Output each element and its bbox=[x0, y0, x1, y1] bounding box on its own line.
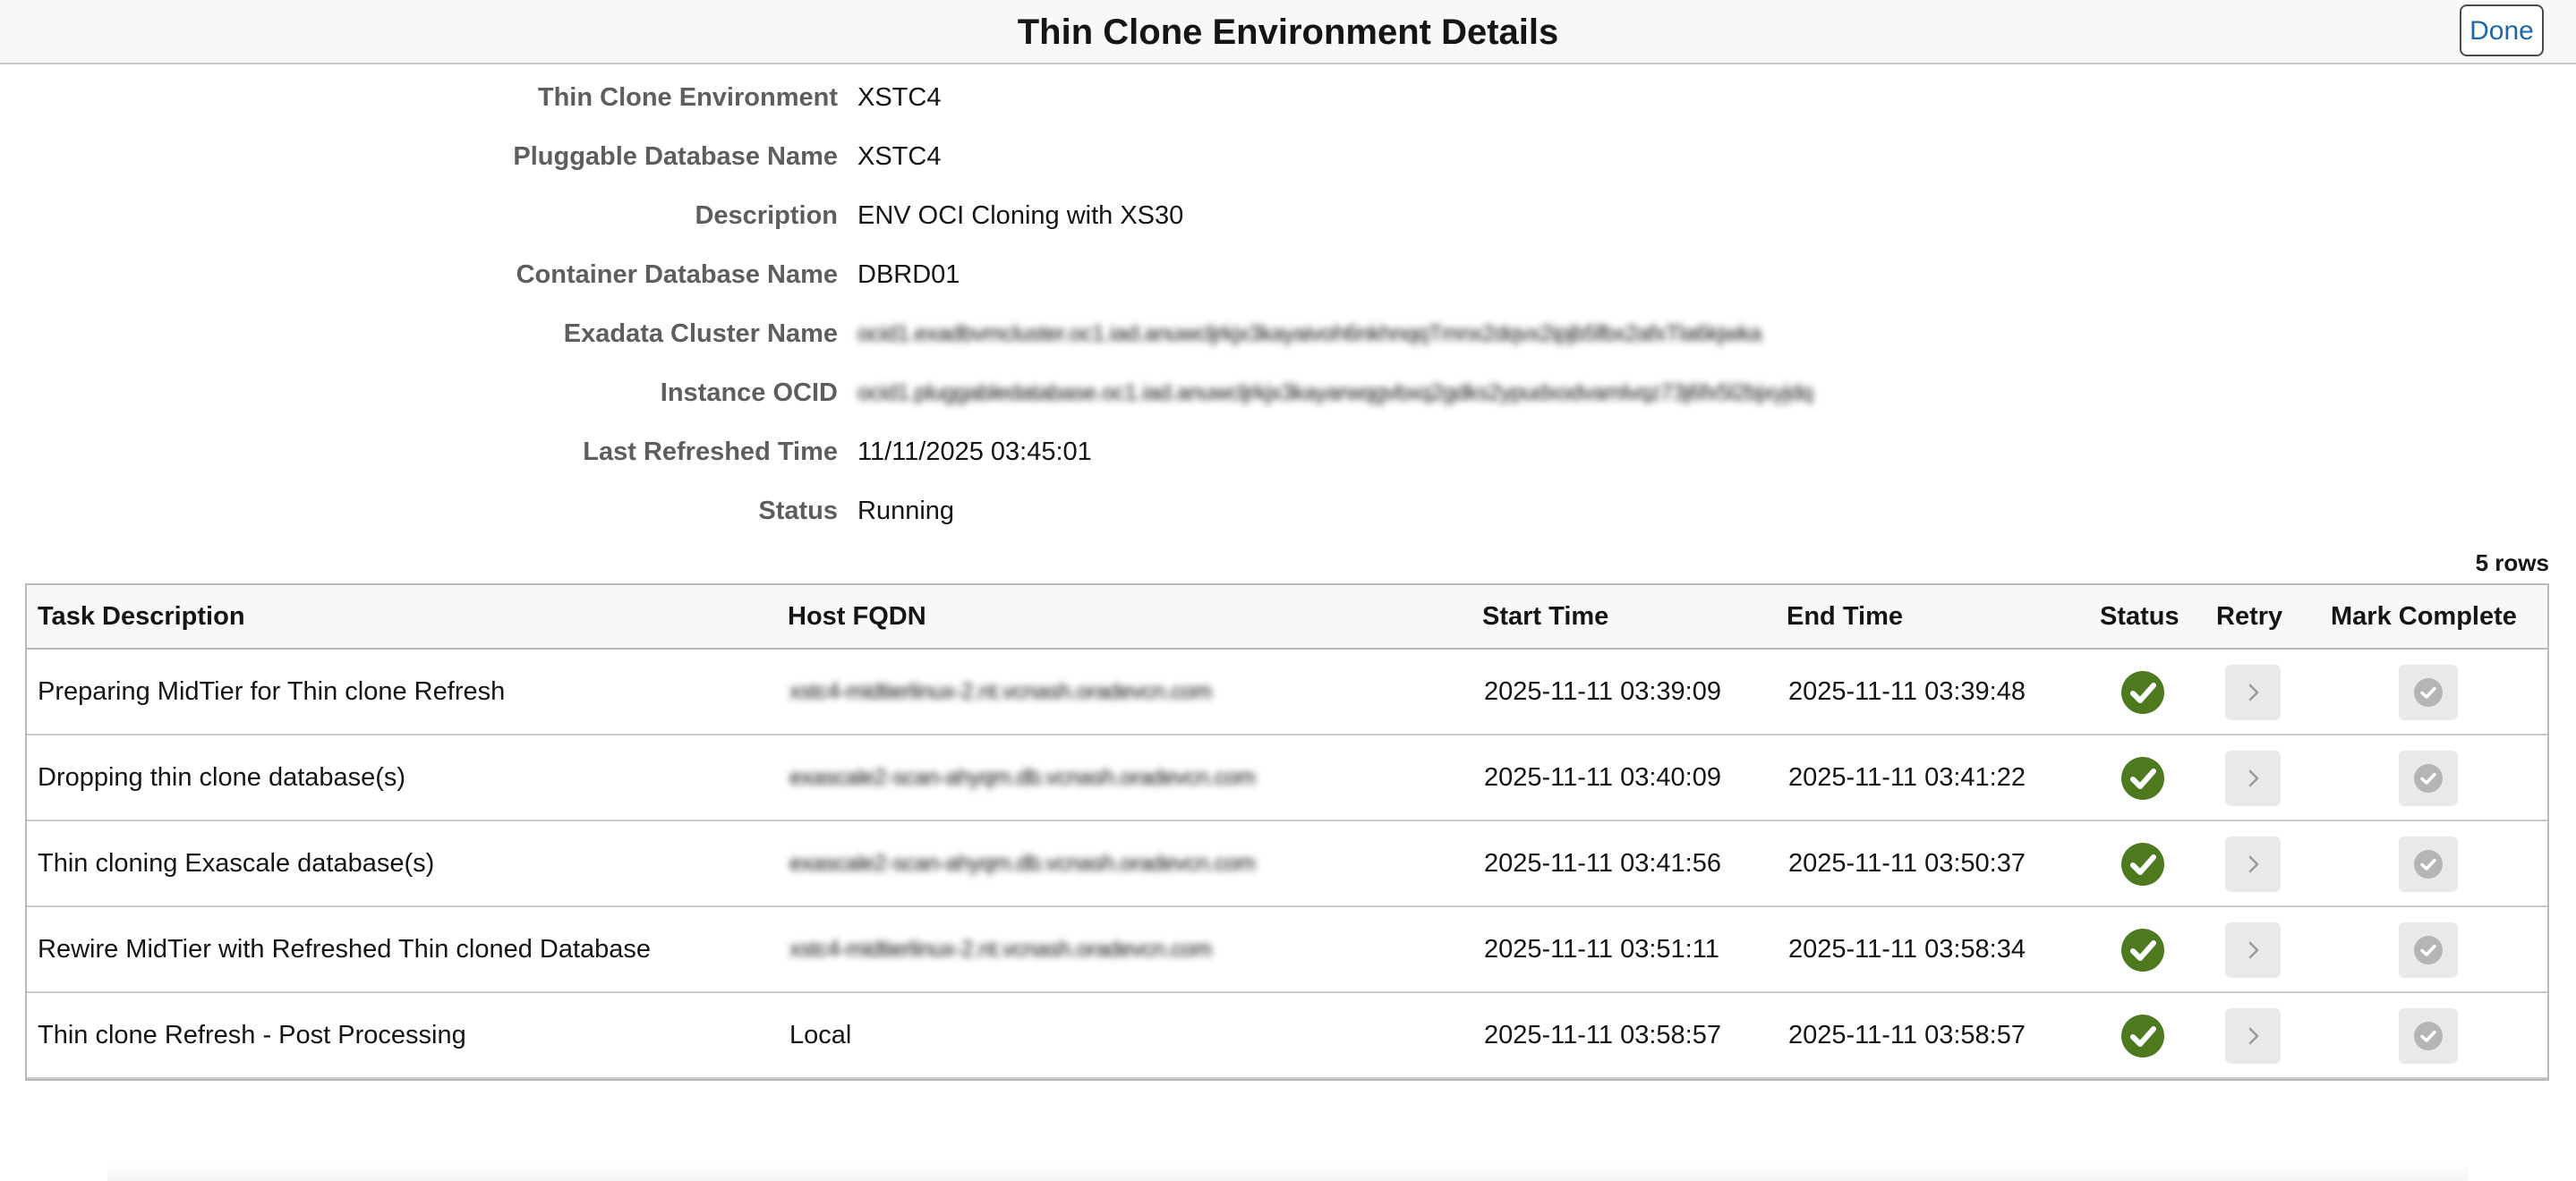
host-fqdn: Local bbox=[789, 1021, 852, 1049]
host-fqdn-redacted: exascale2-scan-ahyqm.db.vcnash.oradevcn.… bbox=[789, 765, 1256, 790]
footer-shadow bbox=[107, 1163, 2469, 1181]
end-time: 2025-11-11 03:58:34 bbox=[1788, 935, 2026, 964]
mark-complete-button[interactable] bbox=[2399, 1008, 2458, 1064]
field-label: Instance OCID bbox=[660, 378, 838, 407]
table-row: Thin cloning Exascale database(s) exasca… bbox=[27, 821, 2547, 907]
retry-button[interactable] bbox=[2225, 665, 2281, 720]
field-value: Running bbox=[857, 497, 955, 525]
end-time: 2025-11-11 03:41:22 bbox=[1788, 763, 2026, 792]
field-label: Status bbox=[758, 497, 838, 525]
chevron-right-icon bbox=[2248, 941, 2259, 959]
check-circle-icon bbox=[2121, 671, 2164, 714]
field-container-database-name: Container Database Name DBRD01 bbox=[0, 252, 2576, 297]
field-label: Exadata Cluster Name bbox=[563, 319, 838, 348]
field-exadata-cluster-name: Exadata Cluster Name ocid1.exadbvmcluste… bbox=[0, 311, 2576, 356]
tasks-grid: Task Description Host FQDN Start Time En… bbox=[25, 583, 2549, 1081]
check-circle-icon bbox=[2414, 678, 2443, 707]
retry-button[interactable] bbox=[2225, 751, 2281, 806]
field-value-redacted: ocid1.pluggabledatabase.oc1.iad.anuwcljr… bbox=[857, 380, 1813, 405]
host-fqdn-redacted: xstc4-midtierlinux-2.nt.vcnash.oradevcn.… bbox=[789, 937, 1212, 962]
field-last-refreshed-time: Last Refreshed Time 11/11/2025 03:45:01 bbox=[0, 429, 2576, 474]
check-circle-icon bbox=[2414, 1022, 2443, 1050]
field-value: ENV OCI Cloning with XS30 bbox=[857, 201, 1184, 230]
check-circle-icon bbox=[2121, 1015, 2164, 1058]
end-time: 2025-11-11 03:58:57 bbox=[1788, 1021, 2026, 1049]
check-circle-icon bbox=[2414, 850, 2443, 879]
start-time: 2025-11-11 03:41:56 bbox=[1484, 849, 1721, 878]
check-circle-icon bbox=[2121, 929, 2164, 972]
check-circle-icon bbox=[2414, 936, 2443, 964]
field-value: XSTC4 bbox=[857, 83, 942, 112]
field-pluggable-database-name: Pluggable Database Name XSTC4 bbox=[0, 134, 2576, 179]
row-count: 5 rows bbox=[2475, 549, 2549, 576]
field-label: Pluggable Database Name bbox=[513, 142, 838, 171]
column-header-mark-complete[interactable]: Mark Complete bbox=[2331, 585, 2517, 648]
field-value-redacted: ocid1.exadbvmcluster.oc1.iad.anuwcljrkjx… bbox=[857, 321, 1761, 346]
mark-complete-button[interactable] bbox=[2399, 665, 2458, 720]
retry-button[interactable] bbox=[2225, 922, 2281, 978]
column-header-end-time[interactable]: End Time bbox=[1787, 585, 1903, 648]
field-label: Thin Clone Environment bbox=[537, 83, 838, 112]
start-time: 2025-11-11 03:39:09 bbox=[1484, 677, 1721, 706]
retry-button[interactable] bbox=[2225, 837, 2281, 892]
start-time: 2025-11-11 03:58:57 bbox=[1484, 1021, 1721, 1049]
check-circle-icon bbox=[2121, 757, 2164, 800]
table-row: Dropping thin clone database(s) exascale… bbox=[27, 735, 2547, 821]
mark-complete-button[interactable] bbox=[2399, 837, 2458, 892]
check-circle-icon bbox=[2121, 843, 2164, 886]
chevron-right-icon bbox=[2248, 855, 2259, 873]
field-description: Description ENV OCI Cloning with XS30 bbox=[0, 193, 2576, 238]
field-value: 11/11/2025 03:45:01 bbox=[857, 438, 1092, 466]
chevron-right-icon bbox=[2248, 1027, 2259, 1045]
field-thin-clone-environment: Thin Clone Environment XSTC4 bbox=[0, 75, 2576, 120]
mark-complete-button[interactable] bbox=[2399, 751, 2458, 806]
done-button[interactable]: Done bbox=[2460, 4, 2544, 56]
mark-complete-button[interactable] bbox=[2399, 922, 2458, 978]
end-time: 2025-11-11 03:39:48 bbox=[1788, 677, 2026, 706]
retry-button[interactable] bbox=[2225, 1008, 2281, 1064]
task-description: Thin clone Refresh - Post Processing bbox=[38, 1021, 466, 1049]
page-title: Thin Clone Environment Details bbox=[1017, 13, 1559, 52]
check-circle-icon bbox=[2414, 764, 2443, 793]
start-time: 2025-11-11 03:40:09 bbox=[1484, 763, 1721, 792]
column-header-retry[interactable]: Retry bbox=[2216, 585, 2282, 648]
field-label: Description bbox=[695, 201, 838, 230]
table-row: Rewire MidTier with Refreshed Thin clone… bbox=[27, 907, 2547, 993]
grid-header: Task Description Host FQDN Start Time En… bbox=[27, 585, 2547, 650]
column-header-task-description[interactable]: Task Description bbox=[38, 585, 245, 648]
task-description: Dropping thin clone database(s) bbox=[38, 763, 406, 792]
field-value: DBRD01 bbox=[857, 260, 960, 289]
column-header-host-fqdn[interactable]: Host FQDN bbox=[788, 585, 926, 648]
host-fqdn-redacted: xstc4-midtierlinux-2.nt.vcnash.oradevcn.… bbox=[789, 679, 1212, 704]
field-label: Container Database Name bbox=[516, 260, 838, 289]
table-row: Thin clone Refresh - Post Processing Loc… bbox=[27, 993, 2547, 1079]
field-instance-ocid: Instance OCID ocid1.pluggabledatabase.oc… bbox=[0, 370, 2576, 415]
task-description: Thin cloning Exascale database(s) bbox=[38, 849, 435, 878]
start-time: 2025-11-11 03:51:11 bbox=[1484, 935, 1719, 964]
host-fqdn-redacted: exascale2-scan-ahyqm.db.vcnash.oradevcn.… bbox=[789, 851, 1256, 876]
column-header-start-time[interactable]: Start Time bbox=[1482, 585, 1608, 648]
field-status: Status Running bbox=[0, 489, 2576, 533]
table-row: Preparing MidTier for Thin clone Refresh… bbox=[27, 650, 2547, 735]
page-header: Thin Clone Environment Details Done bbox=[0, 0, 2576, 64]
task-description: Rewire MidTier with Refreshed Thin clone… bbox=[38, 935, 652, 964]
field-value: XSTC4 bbox=[857, 142, 942, 171]
column-header-status[interactable]: Status bbox=[2100, 585, 2179, 648]
chevron-right-icon bbox=[2248, 684, 2259, 701]
end-time: 2025-11-11 03:50:37 bbox=[1788, 849, 2026, 878]
field-label: Last Refreshed Time bbox=[583, 438, 838, 466]
chevron-right-icon bbox=[2248, 769, 2259, 787]
task-description: Preparing MidTier for Thin clone Refresh bbox=[38, 677, 506, 706]
